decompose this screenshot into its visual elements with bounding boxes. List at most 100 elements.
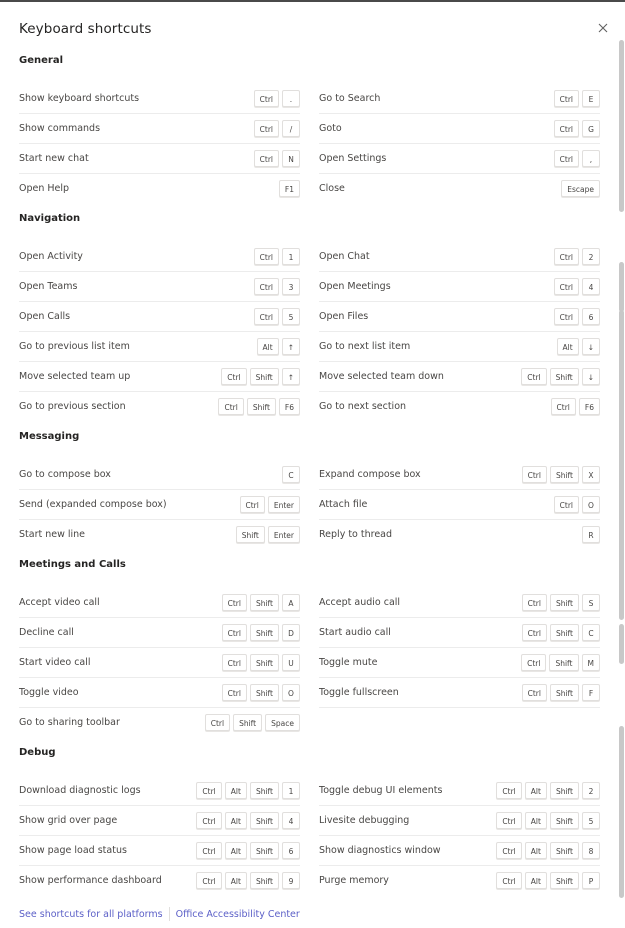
key-cap: Ctrl	[253, 248, 279, 265]
shortcut-row: Open Teams Ctrl 3	[19, 272, 300, 302]
key-cap: Shift	[249, 654, 279, 671]
key-cap: N	[282, 150, 300, 167]
close-icon	[598, 23, 608, 33]
shortcut-row: Decline call Ctrl Shift D	[19, 618, 300, 648]
shortcut-row: Open Chat Ctrl 2	[319, 242, 600, 272]
shortcut-column-right: Accept audio call Ctrl Shift S Start audio c…	[319, 588, 600, 738]
shortcut-row: Open Files Ctrl 6	[319, 302, 600, 332]
key-cap: Shift	[549, 654, 579, 671]
key-combination: Ctrl 6	[553, 308, 600, 325]
office-accessibility-center-link[interactable]: Office Accessibility Center	[176, 909, 300, 920]
key-cap: U	[282, 654, 300, 671]
shortcut-column-left: Show keyboard shortcuts Ctrl. Show command…	[19, 84, 300, 204]
key-cap: ↑	[281, 338, 300, 355]
key-cap: ,	[582, 150, 600, 167]
key-cap: Ctrl	[253, 308, 279, 325]
scrollbar-thumb[interactable]	[619, 40, 624, 212]
shortcut-label: Attach file	[319, 499, 368, 510]
key-cap: Ctrl	[221, 368, 247, 385]
shortcut-row: Expand compose box Ctrl Shift X	[319, 460, 600, 490]
shortcut-row: Download diagnostic logs Ctrl Alt Shift 1	[19, 776, 300, 806]
close-button[interactable]	[596, 21, 610, 35]
see-all-platforms-link[interactable]: See shortcuts for all platforms	[19, 909, 163, 920]
scrollbar[interactable]	[617, 40, 625, 908]
scrollbar-thumb-segment[interactable]	[619, 262, 624, 312]
key-cap: 1	[282, 248, 300, 265]
shortcut-row: Open Calls Ctrl 5	[19, 302, 300, 332]
shortcut-label: Send (expanded compose box)	[19, 499, 167, 510]
key-combination: Ctrl 4	[553, 278, 600, 295]
scrollbar-thumb-segment[interactable]	[619, 726, 624, 898]
key-cap: Ctrl	[221, 624, 247, 641]
key-cap: 6	[582, 308, 600, 325]
key-combination: Ctrl,	[553, 150, 600, 167]
key-cap: Ctrl	[521, 368, 547, 385]
key-cap: Ctrl	[521, 684, 547, 701]
key-cap: Ctrl	[239, 496, 265, 513]
key-combination: Ctrl Shift F6	[218, 398, 300, 415]
shortcut-label: Close	[319, 183, 345, 194]
key-cap: Ctrl	[196, 842, 222, 859]
key-cap: Alt	[524, 842, 547, 859]
key-cap: Ctrl	[553, 496, 579, 513]
key-combination: Alt ↑	[256, 338, 300, 355]
key-combination: Ctrl Shift O	[221, 684, 300, 701]
scrollbar-thumb-segment[interactable]	[619, 310, 624, 620]
key-cap: Ctrl	[553, 278, 579, 295]
key-combination: Ctrl Shift A	[221, 594, 300, 611]
shortcut-label: Go to previous list item	[19, 341, 130, 352]
scrollbar-thumb-segment[interactable]	[619, 624, 624, 664]
key-combination: Ctrl Shift S	[521, 594, 600, 611]
key-cap: S	[582, 594, 600, 611]
shortcut-label: Goto	[319, 123, 342, 134]
key-combination: Ctrl Alt Shift P	[496, 872, 600, 889]
shortcut-column-left: Accept video call Ctrl Shift A Decline call C…	[19, 588, 300, 738]
dialog-footer: See shortcuts for all platforms Office A…	[19, 907, 300, 921]
key-combination: Ctrl Shift F	[521, 684, 600, 701]
key-cap: Shift	[233, 714, 263, 731]
key-cap: Ctrl	[553, 248, 579, 265]
dialog-title: Keyboard shortcuts	[19, 21, 152, 37]
key-combination: Ctrl Enter	[239, 496, 300, 513]
shortcut-row: Start new chat Ctrl N	[19, 144, 300, 174]
shortcut-label: Show diagnostics window	[319, 845, 441, 856]
shortcut-row: Accept audio call Ctrl Shift S	[319, 588, 600, 618]
key-combination: Shift Enter	[235, 526, 300, 543]
shortcut-label: Open Chat	[319, 251, 370, 262]
key-combination: Ctrl Shift D	[221, 624, 300, 641]
shortcut-label: Toggle mute	[319, 657, 378, 668]
section-title: Navigation	[19, 213, 81, 224]
shortcut-label: Livesite debugging	[319, 815, 410, 826]
shortcut-label: Open Settings	[319, 153, 387, 164]
shortcut-label: Move selected team down	[319, 371, 444, 382]
shortcut-row: Go to next list item Alt ↓	[319, 332, 600, 362]
key-cap: A	[282, 594, 300, 611]
shortcut-column-left: Open Activity Ctrl 1 Open Teams Ctrl 3 Open Ca…	[19, 242, 300, 422]
shortcut-column-right: Expand compose box Ctrl Shift X Attach file C…	[319, 460, 600, 550]
section-title: Meetings and Calls	[19, 559, 126, 570]
key-cap: 6	[282, 842, 300, 859]
shortcut-label: Reply to thread	[319, 529, 393, 540]
shortcut-label: Open Help	[19, 183, 70, 194]
shortcut-label: Start audio call	[319, 627, 391, 638]
shortcut-grid: Download diagnostic logs Ctrl Alt Shift 1 Sho…	[19, 776, 600, 896]
shortcut-row: Start video call Ctrl Shift U	[19, 648, 300, 678]
key-combination: Ctrl 5	[253, 308, 300, 325]
shortcut-label: Go to next section	[319, 401, 407, 412]
key-cap: 5	[282, 308, 300, 325]
key-combination: Ctrl Alt Shift 2	[496, 782, 600, 799]
shortcut-row: Close Escape	[319, 174, 600, 204]
shortcut-label: Show page load status	[19, 845, 127, 856]
key-cap: Shift	[549, 466, 579, 483]
key-cap: Ctrl	[553, 90, 579, 107]
key-combination: Ctrl Shift Space	[204, 714, 300, 731]
key-cap: Ctrl	[521, 594, 547, 611]
key-cap: 8	[582, 842, 600, 859]
key-cap: F1	[278, 180, 300, 197]
section-title: General	[19, 55, 63, 66]
shortcut-row: Open Settings Ctrl,	[319, 144, 600, 174]
key-combination: Ctrl Shift C	[521, 624, 600, 641]
key-cap: Ctrl	[253, 278, 279, 295]
shortcut-label: Toggle video	[19, 687, 79, 698]
key-cap: Space	[265, 714, 300, 731]
